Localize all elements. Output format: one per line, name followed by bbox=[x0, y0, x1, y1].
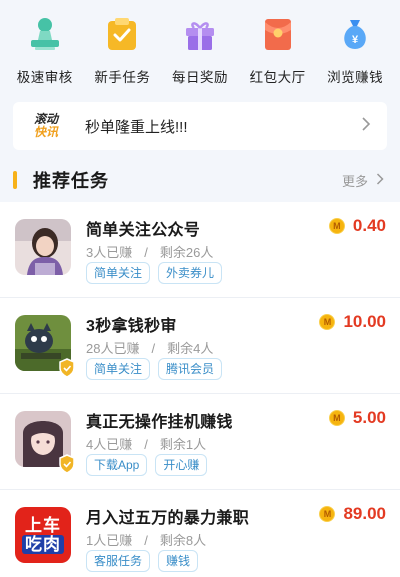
fast-review-icon bbox=[25, 14, 65, 54]
task-tag: 赚钱 bbox=[158, 550, 199, 572]
task-earned-count: 3人已赚 bbox=[86, 245, 133, 260]
task-item[interactable]: 真正无操作挂机赚钱 4人已赚 / 剩余1人 下载App 开心赚 M 5.00 bbox=[0, 394, 400, 490]
quick-nav-red-envelope[interactable]: 红包大厅 bbox=[239, 14, 317, 96]
svg-text:¥: ¥ bbox=[352, 34, 359, 46]
task-list: 简单关注公众号 3人已赚 / 剩余26人 简单关注 外卖券儿 M 0.40 3秒… bbox=[0, 202, 400, 577]
task-tags: 客服任务 赚钱 bbox=[86, 550, 206, 572]
coin-icon: M bbox=[328, 410, 345, 426]
task-reward: M 89.00 bbox=[319, 504, 386, 524]
quick-nav-browse-earn[interactable]: ¥ 浏览赚钱 bbox=[316, 14, 394, 96]
task-avatar: 上车 吃肉 bbox=[15, 507, 71, 563]
quick-nav-label: 红包大厅 bbox=[249, 70, 306, 85]
verified-badge-icon bbox=[57, 358, 77, 378]
quick-nav: 极速审核 新手任务 每日奖励 红包大厅 ¥ 浏览赚钱 bbox=[0, 0, 400, 96]
task-item[interactable]: 简单关注公众号 3人已赚 / 剩余26人 简单关注 外卖券儿 M 0.40 bbox=[0, 202, 400, 298]
reward-amount: 0.40 bbox=[352, 216, 386, 235]
quick-nav-daily-reward[interactable]: 每日奖励 bbox=[161, 14, 239, 96]
quick-nav-fast-review[interactable]: 极速审核 bbox=[6, 14, 84, 96]
task-tag: 外卖券儿 bbox=[158, 262, 223, 284]
app-page: 极速审核 新手任务 每日奖励 红包大厅 ¥ 浏览赚钱 滚动 快讯 秒单隆重上线!… bbox=[0, 0, 400, 577]
task-stats: 1人已赚 / 剩余8人 bbox=[86, 530, 206, 549]
task-tag: 腾讯会员 bbox=[158, 358, 223, 380]
news-ticker[interactable]: 滚动 快讯 秒单隆重上线!!! bbox=[13, 102, 387, 150]
coin-icon: M bbox=[319, 314, 336, 330]
browse-earn-icon: ¥ bbox=[335, 14, 375, 54]
task-title: 月入过五万的暴力兼职 bbox=[86, 510, 250, 527]
section-title: 推荐任务 bbox=[33, 171, 109, 191]
news-logo-line2: 快讯 bbox=[33, 125, 58, 139]
reward-amount: 89.00 bbox=[343, 504, 386, 523]
quick-nav-label: 极速审核 bbox=[16, 70, 73, 85]
coin-icon: M bbox=[319, 506, 336, 522]
verified-badge-icon bbox=[57, 454, 77, 474]
section-header: 推荐任务 更多 bbox=[0, 160, 400, 200]
more-link[interactable]: 更多 bbox=[342, 171, 384, 190]
task-earned-count: 1人已赚 bbox=[86, 533, 133, 548]
task-stats: 3人已赚 / 剩余26人 bbox=[86, 242, 213, 261]
quick-nav-label: 浏览赚钱 bbox=[327, 70, 384, 85]
task-stats: 4人已赚 / 剩余1人 bbox=[86, 434, 206, 453]
stats-separator: / bbox=[144, 437, 148, 452]
quick-nav-label: 每日奖励 bbox=[171, 70, 228, 85]
reward-amount: 10.00 bbox=[343, 312, 386, 331]
chevron-right-icon bbox=[376, 172, 384, 188]
coin-icon: M bbox=[328, 218, 345, 234]
task-remaining-count: 剩余26人 bbox=[159, 245, 214, 260]
task-reward: M 5.00 bbox=[328, 408, 386, 428]
avatar-text-line1: 上车 bbox=[25, 516, 61, 535]
avatar-text-line2: 吃肉 bbox=[22, 535, 64, 554]
more-label: 更多 bbox=[341, 173, 368, 189]
task-item[interactable]: 上车 吃肉 月入过五万的暴力兼职 1人已赚 / 剩余8人 客服任务 赚钱 M 89.… bbox=[0, 490, 400, 577]
task-tags: 下载App 开心赚 bbox=[86, 454, 215, 476]
daily-reward-icon bbox=[180, 14, 220, 54]
task-earned-count: 4人已赚 bbox=[86, 437, 133, 452]
stats-separator: / bbox=[144, 245, 148, 260]
task-title: 真正无操作挂机赚钱 bbox=[86, 414, 233, 431]
task-tag: 下载App bbox=[86, 454, 148, 476]
task-remaining-count: 剩余8人 bbox=[159, 533, 207, 548]
task-tag: 简单关注 bbox=[86, 358, 151, 380]
reward-amount: 5.00 bbox=[352, 408, 386, 427]
task-tag: 客服任务 bbox=[86, 550, 151, 572]
task-earned-count: 28人已赚 bbox=[86, 341, 140, 356]
task-avatar bbox=[15, 219, 71, 275]
task-title: 简单关注公众号 bbox=[86, 222, 201, 239]
red-envelope-icon bbox=[258, 14, 298, 54]
stats-separator: / bbox=[151, 341, 156, 356]
chevron-right-icon bbox=[361, 116, 387, 136]
task-item[interactable]: 3秒拿钱秒审 28人已赚 / 剩余4人 简单关注 腾讯会员 M 10.00 bbox=[0, 298, 400, 394]
task-reward: M 0.40 bbox=[328, 216, 386, 236]
section-accent-bar bbox=[13, 171, 17, 189]
task-reward: M 10.00 bbox=[319, 312, 386, 332]
task-tags: 简单关注 腾讯会员 bbox=[86, 358, 230, 380]
task-stats: 28人已赚 / 剩余4人 bbox=[86, 338, 213, 357]
quick-nav-newbie-task[interactable]: 新手任务 bbox=[84, 14, 162, 96]
quick-nav-label: 新手任务 bbox=[94, 70, 151, 85]
task-tags: 简单关注 外卖券儿 bbox=[86, 262, 230, 284]
news-logo: 滚动 快讯 bbox=[19, 106, 73, 146]
news-text: 秒单隆重上线!!! bbox=[85, 118, 188, 136]
newbie-task-icon bbox=[102, 14, 142, 54]
stats-separator: / bbox=[144, 533, 148, 548]
task-tag: 开心赚 bbox=[155, 454, 208, 476]
task-remaining-count: 剩余4人 bbox=[167, 341, 214, 356]
task-title: 3秒拿钱秒审 bbox=[86, 318, 177, 335]
task-remaining-count: 剩余1人 bbox=[159, 437, 207, 452]
task-tag: 简单关注 bbox=[86, 262, 151, 284]
